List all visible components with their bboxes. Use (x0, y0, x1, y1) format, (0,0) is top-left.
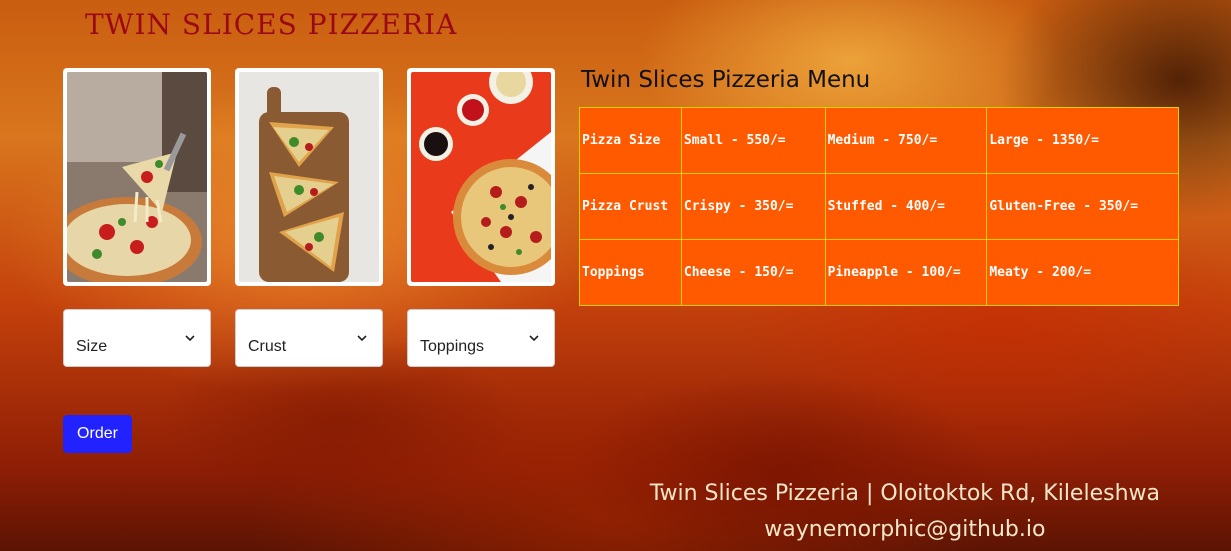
menu-table: Pizza Size Small - 550/= Medium - 750/= … (579, 107, 1179, 306)
menu-cell: Cheese - 150/= (680, 239, 826, 306)
footer: Twin Slices Pizzeria | Oloitoktok Rd, Ki… (650, 476, 1160, 548)
menu-cell: Pizza Size (579, 107, 682, 174)
pizza-image-card-2 (235, 68, 383, 286)
brand-title: TWIN SLICES PIZZERIA (85, 8, 458, 41)
table-row: Pizza Size Small - 550/= Medium - 750/= … (579, 107, 1179, 174)
chevron-down-icon (357, 335, 367, 342)
crust-select[interactable]: Crust (235, 309, 383, 367)
table-row: Toppings Cheese - 150/= Pineapple - 100/… (579, 239, 1179, 306)
pizza-image-1 (67, 72, 207, 282)
pizza-image-3 (411, 72, 551, 282)
menu-cell: Crispy - 350/= (680, 173, 826, 240)
chevron-down-icon (529, 335, 539, 342)
pizza-image-2 (239, 72, 379, 282)
menu-cell: Pineapple - 100/= (824, 239, 988, 306)
crust-select-value: Crust (248, 338, 287, 355)
menu-cell: Pizza Crust (579, 173, 682, 240)
menu-title: Twin Slices Pizzeria Menu (581, 67, 871, 93)
menu-cell: Stuffed - 400/= (824, 173, 988, 240)
chevron-down-icon (185, 335, 195, 342)
footer-address: Twin Slices Pizzeria | Oloitoktok Rd, Ki… (649, 481, 1160, 506)
size-select-value: Size (76, 338, 108, 355)
pizza-image-card-3 (407, 68, 555, 286)
toppings-select-value: Toppings (420, 338, 485, 355)
menu-cell: Small - 550/= (680, 107, 826, 174)
menu-cell: Large - 1350/= (986, 107, 1179, 174)
menu-cell: Gluten-Free - 350/= (986, 173, 1179, 240)
table-row: Pizza Crust Crispy - 350/= Stuffed - 400… (579, 173, 1179, 240)
order-button[interactable]: Order (63, 415, 132, 453)
menu-cell: Meaty - 200/= (986, 239, 1179, 306)
size-select[interactable]: Size (63, 309, 211, 367)
footer-contact: waynemorphic@github.io (764, 517, 1046, 542)
menu-cell: Toppings (579, 239, 682, 306)
pizza-image-card-1 (63, 68, 211, 286)
toppings-select[interactable]: Toppings (407, 309, 555, 367)
menu-cell: Medium - 750/= (824, 107, 988, 174)
